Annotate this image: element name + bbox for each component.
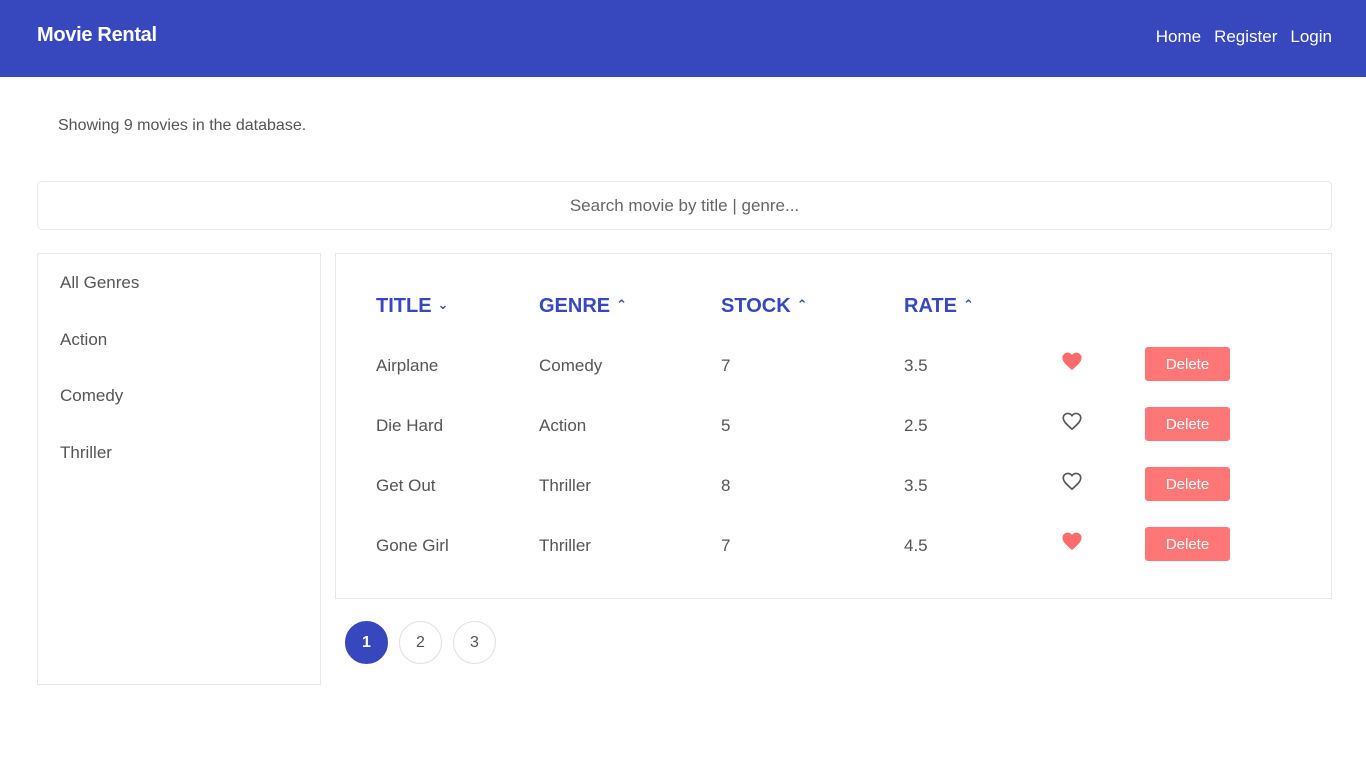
nav-links: Home Register Login: [1156, 27, 1332, 47]
genre-item-action[interactable]: Action: [60, 330, 107, 350]
cell-genre: Thriller: [539, 476, 591, 495]
cell-genre: Action: [539, 416, 587, 435]
heart-outline-icon[interactable]: [1061, 411, 1083, 431]
nav-link-login[interactable]: Login: [1290, 27, 1332, 47]
column-header-title[interactable]: TITLE ⌄: [376, 295, 448, 318]
delete-button[interactable]: Delete: [1145, 527, 1230, 561]
heart-outline-icon[interactable]: [1061, 471, 1083, 491]
column-header-label: STOCK: [721, 295, 791, 317]
column-header-rate[interactable]: RATE ⌃: [904, 295, 974, 318]
genre-item-all[interactable]: All Genres: [60, 273, 139, 293]
brand-logo[interactable]: Movie Rental: [37, 24, 157, 47]
cell-stock: 5: [721, 416, 731, 435]
cell-genre: Comedy: [539, 356, 603, 375]
navbar: Movie Rental Home Register Login: [0, 0, 1366, 77]
cell-stock: 7: [721, 356, 731, 375]
genre-item-comedy[interactable]: Comedy: [60, 386, 123, 406]
chevron-down-icon: ⌄: [437, 297, 449, 312]
chevron-up-icon: ⌃: [796, 297, 808, 312]
cell-title: Die Hard: [376, 416, 444, 435]
column-header-genre[interactable]: GENRE ⌃: [539, 295, 627, 318]
cell-rate: 4.5: [904, 536, 928, 555]
page-button-2[interactable]: 2: [399, 621, 442, 664]
nav-link-home[interactable]: Home: [1156, 27, 1201, 47]
page-button-3[interactable]: 3: [453, 621, 496, 664]
search-input[interactable]: [37, 181, 1332, 230]
chevron-up-icon: ⌃: [962, 297, 974, 312]
column-header-label: RATE: [904, 295, 957, 317]
delete-button[interactable]: Delete: [1145, 407, 1230, 441]
movie-count-summary: Showing 9 movies in the database.: [58, 117, 307, 134]
cell-title: Airplane: [376, 356, 439, 375]
chevron-up-icon: ⌃: [616, 297, 628, 312]
cell-stock: 8: [721, 476, 731, 495]
cell-title: Gone Girl: [376, 536, 449, 555]
column-header-stock[interactable]: STOCK ⌃: [721, 295, 808, 318]
cell-title: Get Out: [376, 476, 436, 495]
column-header-label: TITLE: [376, 295, 432, 317]
movies-table: TITLE ⌄ GENRE ⌃ STOCK ⌃ RATE ⌃ Airplane Come…: [335, 253, 1332, 599]
genre-item-thriller[interactable]: Thriller: [60, 443, 112, 463]
delete-button[interactable]: Delete: [1145, 467, 1230, 501]
pagination: 1 2 3: [345, 621, 496, 664]
column-header-label: GENRE: [539, 295, 611, 317]
page-button-1[interactable]: 1: [345, 621, 388, 664]
delete-button[interactable]: Delete: [1145, 347, 1230, 381]
heart-filled-icon[interactable]: [1061, 531, 1083, 551]
cell-stock: 7: [721, 536, 731, 555]
heart-filled-icon[interactable]: [1061, 351, 1083, 371]
genre-sidebar: All Genres Action Comedy Thriller: [37, 253, 321, 685]
cell-genre: Thriller: [539, 536, 591, 555]
cell-rate: 3.5: [904, 356, 928, 375]
cell-rate: 3.5: [904, 476, 928, 495]
cell-rate: 2.5: [904, 416, 928, 435]
nav-link-register[interactable]: Register: [1214, 27, 1277, 47]
